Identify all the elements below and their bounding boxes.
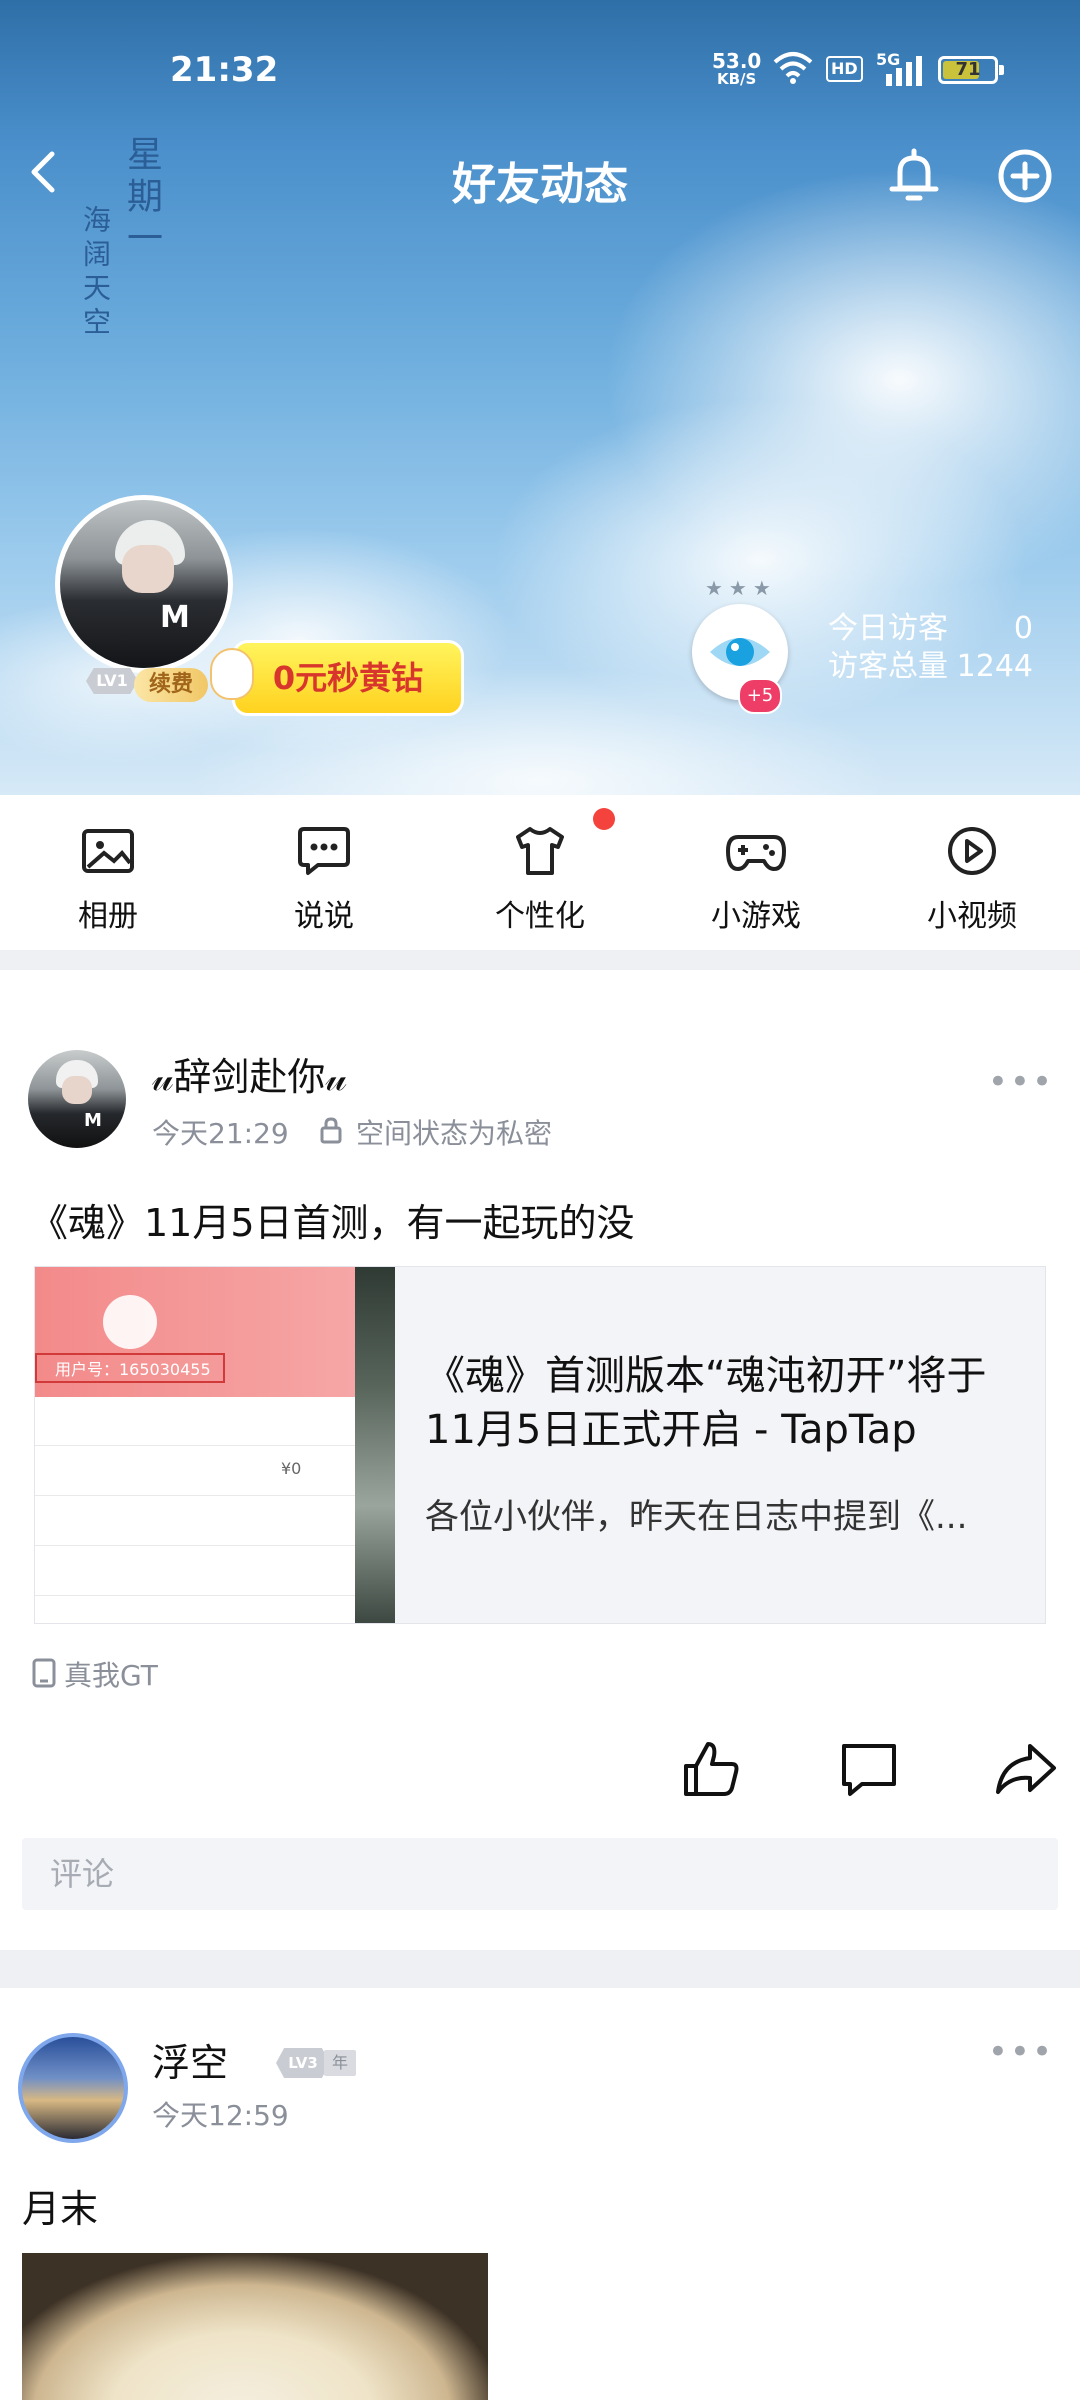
- notification-dot: [593, 808, 615, 830]
- battery-icon: 71: [938, 56, 1004, 84]
- phone-icon: [32, 1658, 56, 1688]
- post-device: 真我GT: [64, 1659, 158, 1692]
- more-icon[interactable]: •••: [988, 2032, 1054, 2072]
- bunny-mascot-icon: [210, 648, 254, 700]
- hd-icon: HD: [826, 56, 863, 82]
- nav-shuoshuo[interactable]: 说说: [254, 823, 394, 935]
- post-avatar[interactable]: [18, 2033, 128, 2143]
- annual-badge: 年: [324, 2050, 356, 2076]
- lock-icon: [320, 1117, 342, 1144]
- nav-personalize-label: 个性化: [495, 899, 585, 934]
- share-icon[interactable]: [992, 1736, 1058, 1802]
- comment-icon[interactable]: [836, 1736, 902, 1802]
- more-icon[interactable]: •••: [988, 1062, 1054, 1102]
- post-text: 月末: [22, 2187, 99, 2231]
- nav-minigame[interactable]: 小游戏: [686, 823, 826, 935]
- signal-icon: [886, 56, 922, 86]
- message-dots-icon: [298, 827, 350, 875]
- post-time: 今天12:59: [152, 2099, 289, 2132]
- feed-post: 浮空 LV3 年 今天12:59 ••• 月末: [0, 1988, 1080, 2408]
- renew-button[interactable]: 续费: [134, 668, 208, 702]
- nav-minivideo-label: 小视频: [927, 899, 1017, 934]
- thumb-uid: 用户号：165030455: [35, 1353, 225, 1383]
- today-visitors-count: 0: [1013, 611, 1033, 646]
- tshirt-icon: [516, 827, 564, 875]
- link-thumbnail: 用户号：165030455 ¥0: [35, 1267, 395, 1623]
- feed-post: M 𝓊辞剑赴你𝓊 今天21:29 空间状态为私密 ••• 《魂》11月5日首测，…: [0, 970, 1080, 1950]
- visitor-stats[interactable]: 今日访客 0 访客总量 1244: [828, 610, 1033, 686]
- today-visitors-label: 今日访客: [828, 611, 948, 646]
- photo-album-icon: [82, 829, 134, 873]
- plus-circle-icon[interactable]: [995, 146, 1055, 206]
- avatar[interactable]: M: [55, 495, 233, 673]
- status-time: 21:32: [170, 50, 279, 90]
- post-avatar[interactable]: M: [28, 1050, 126, 1148]
- play-circle-icon: [948, 827, 996, 875]
- quick-nav: 相册 说说 个性化 小游戏 小视频: [0, 795, 1080, 950]
- gamepad-icon: [726, 835, 786, 871]
- nav-minigame-label: 小游戏: [711, 899, 801, 934]
- post-username[interactable]: 𝓊辞剑赴你𝓊: [152, 1046, 347, 1101]
- wifi-icon: [773, 52, 813, 84]
- net-speed: 53.0 KB/S: [712, 49, 762, 88]
- nav-shuoshuo-label: 说说: [294, 899, 354, 934]
- link-title: 《魂》首测版本“魂沌初开”将于11月5日正式开启 - TapTap: [425, 1353, 987, 1453]
- nav-minivideo[interactable]: 小视频: [902, 823, 1042, 935]
- level-badge: LV1: [86, 668, 138, 694]
- nav-album-label: 相册: [78, 899, 138, 934]
- battery-level: 71: [955, 59, 981, 80]
- thumb-price: ¥0: [281, 1459, 302, 1478]
- nav-personalize[interactable]: 个性化: [470, 823, 610, 935]
- level-badge: LV3 年: [276, 2048, 358, 2078]
- post-privacy: 空间状态为私密: [356, 1117, 553, 1150]
- visitor-new-badge: +5: [738, 678, 782, 714]
- total-visitors-label: 访客总量: [828, 649, 948, 684]
- bell-icon[interactable]: [884, 146, 944, 206]
- total-visitors-count: 1244: [956, 649, 1033, 684]
- cover-banner[interactable]: 21:32 53.0 KB/S HD 5G 71 好友动态 星期一 海阔天空 M…: [0, 0, 1080, 795]
- status-bar: 21:32 53.0 KB/S HD 5G 71: [0, 40, 1080, 100]
- nav-album[interactable]: 相册: [38, 823, 178, 935]
- yellow-diamond-promo-button[interactable]: 0元秒黄钻: [232, 640, 464, 716]
- post-text: 《魂》11月5日首测，有一起玩的没: [30, 1201, 635, 1245]
- shared-link-card[interactable]: 用户号：165030455 ¥0 《魂》首测版本“魂沌初开”将于11月5日正式开…: [34, 1266, 1046, 1624]
- visitor-stars-icon: ★★★: [705, 576, 777, 600]
- post-username[interactable]: 浮空: [152, 2032, 228, 2087]
- post-image[interactable]: [22, 2253, 488, 2400]
- comment-input[interactable]: 评论: [22, 1838, 1058, 1910]
- like-icon[interactable]: [678, 1736, 744, 1802]
- post-time: 今天21:29: [152, 1117, 289, 1150]
- cover-deco-motto: 海阔天空: [79, 205, 112, 341]
- link-description: 各位小伙伴，昨天在日志中提到《...: [425, 1497, 968, 1537]
- cover-deco-weekday: 星期一: [121, 135, 162, 261]
